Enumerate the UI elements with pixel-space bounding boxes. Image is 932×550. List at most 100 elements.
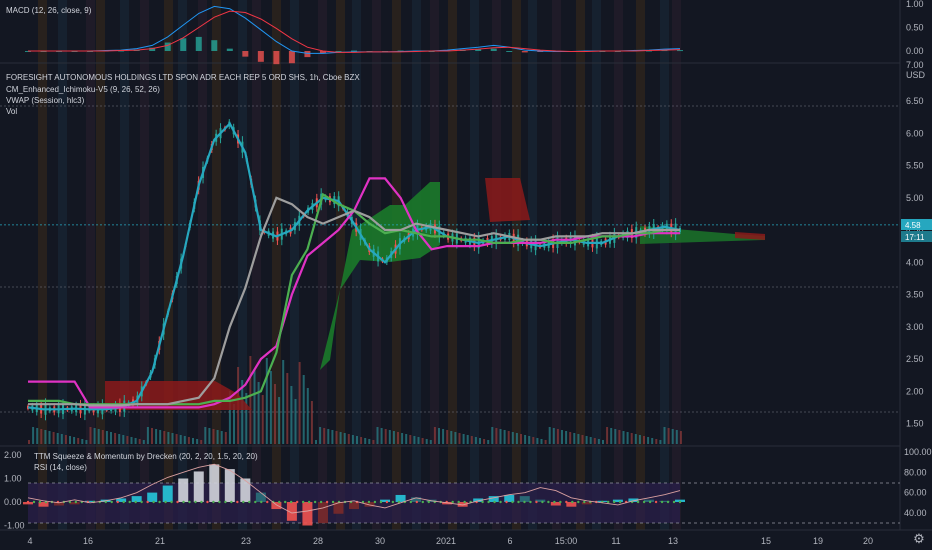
squeeze-dot bbox=[266, 500, 269, 504]
volume-bar bbox=[40, 429, 43, 444]
volume-bar bbox=[663, 427, 666, 444]
volume-bar bbox=[643, 436, 645, 444]
ttm-legend: TTM Squeeze & Momentum by Drecken (20, 2… bbox=[34, 452, 258, 461]
squeeze-dot bbox=[218, 500, 221, 504]
squeeze-dot bbox=[577, 500, 580, 504]
volume-bar bbox=[253, 369, 256, 444]
squeeze-dot bbox=[660, 500, 664, 504]
squeeze-dot bbox=[409, 500, 413, 504]
volume-bar bbox=[421, 438, 424, 444]
price-tick: 5.50 bbox=[906, 161, 924, 171]
settings-gear-icon[interactable]: ⚙ bbox=[912, 532, 926, 546]
session-stripe bbox=[492, 0, 501, 530]
volume-bar bbox=[466, 435, 469, 444]
squeeze-dot bbox=[457, 500, 460, 504]
squeeze-dot bbox=[493, 500, 496, 504]
volume-bar bbox=[146, 427, 149, 444]
squeeze-dot bbox=[553, 500, 556, 504]
time-tick: 2021 bbox=[436, 536, 456, 546]
time-tick: 4 bbox=[27, 536, 32, 546]
price-tick: 6.50 bbox=[906, 96, 924, 106]
volume-bar bbox=[565, 431, 568, 444]
volume-bar bbox=[585, 436, 588, 444]
squeeze-dot bbox=[284, 500, 287, 504]
momentum-tick: 1.00 bbox=[4, 474, 22, 484]
ttm-bar bbox=[302, 502, 313, 526]
volume-bar bbox=[409, 435, 412, 444]
macd-hist-bar bbox=[226, 48, 233, 51]
volume-bar bbox=[347, 434, 350, 444]
volume-bar bbox=[343, 433, 346, 444]
volume-bar bbox=[515, 433, 518, 444]
squeeze-dot bbox=[613, 500, 616, 504]
price-tick: 3.50 bbox=[906, 290, 924, 300]
price-tick: 2.00 bbox=[906, 386, 924, 396]
volume-bar bbox=[110, 432, 112, 444]
session-stripe bbox=[528, 0, 537, 530]
time-tick: 20 bbox=[863, 536, 873, 546]
volume-bar bbox=[93, 428, 96, 444]
vwap-legend: VWAP (Session, hlc3) bbox=[6, 96, 85, 105]
time-tag: 17:11 bbox=[905, 233, 925, 242]
squeeze-dot bbox=[511, 500, 514, 504]
volume-bar bbox=[405, 434, 408, 444]
macd-hist-bar bbox=[304, 51, 311, 58]
currency-label: USD bbox=[906, 70, 926, 80]
squeeze-dot bbox=[194, 500, 197, 504]
ttm-bar bbox=[224, 469, 235, 502]
squeeze-dot bbox=[618, 500, 622, 504]
volume-bar bbox=[175, 434, 178, 444]
volume-bar bbox=[319, 427, 322, 444]
volume-bar bbox=[524, 435, 527, 444]
volume-bar bbox=[532, 437, 535, 444]
momentum-tick: 2.00 bbox=[4, 450, 22, 460]
squeeze-dot bbox=[666, 500, 670, 504]
volume-bar bbox=[286, 373, 289, 444]
volume-bar bbox=[278, 397, 281, 444]
squeeze-dot bbox=[672, 500, 676, 504]
volume-bar bbox=[204, 427, 207, 444]
macd-tick: 0.50 bbox=[906, 23, 924, 33]
volume-bar bbox=[528, 436, 531, 444]
volume-bar bbox=[581, 435, 584, 444]
volume-bar bbox=[294, 399, 297, 444]
session-stripe bbox=[430, 0, 439, 530]
squeeze-dot bbox=[122, 500, 125, 504]
squeeze-dot bbox=[559, 500, 562, 504]
session-stripe bbox=[412, 0, 421, 530]
squeeze-dot bbox=[319, 500, 323, 504]
session-stripe bbox=[614, 0, 623, 530]
volume-bar bbox=[479, 438, 481, 444]
squeeze-dot bbox=[529, 500, 532, 504]
volume-bar bbox=[593, 438, 596, 444]
axis-top-label: 7.00 bbox=[906, 60, 924, 70]
volume-bar bbox=[167, 432, 170, 444]
session-stripe bbox=[672, 0, 681, 530]
volume-bar bbox=[339, 432, 342, 444]
volume-bar bbox=[655, 439, 658, 444]
volume-bar bbox=[114, 433, 117, 444]
squeeze-dot bbox=[200, 500, 203, 504]
volume-bar bbox=[450, 431, 453, 444]
price-tick: 2.50 bbox=[906, 354, 924, 364]
ttm-bar bbox=[317, 502, 328, 524]
time-axis: 4 16 21 23 28 30 2021 6 15:00 11 13 15 19 20 bbox=[27, 536, 873, 546]
squeeze-dot bbox=[26, 500, 30, 504]
volume-bar bbox=[126, 436, 129, 444]
squeeze-dot bbox=[313, 500, 317, 504]
ttm-bar bbox=[178, 478, 189, 502]
volume-bar bbox=[499, 429, 502, 444]
squeeze-dot bbox=[236, 500, 239, 504]
macd-tick: 0.00 bbox=[906, 46, 924, 56]
macd-hist-bar bbox=[506, 51, 513, 52]
time-tick: 30 bbox=[375, 536, 385, 546]
squeeze-dot bbox=[260, 500, 263, 504]
volume-bar bbox=[171, 433, 174, 444]
ttm-bar bbox=[240, 478, 251, 502]
volume-bar bbox=[249, 356, 252, 444]
time-tick: 15:00 bbox=[555, 536, 578, 546]
squeeze-dot bbox=[134, 500, 137, 504]
volume-bar bbox=[679, 431, 682, 444]
volume-bar bbox=[659, 440, 662, 444]
volume-bar bbox=[351, 435, 354, 444]
